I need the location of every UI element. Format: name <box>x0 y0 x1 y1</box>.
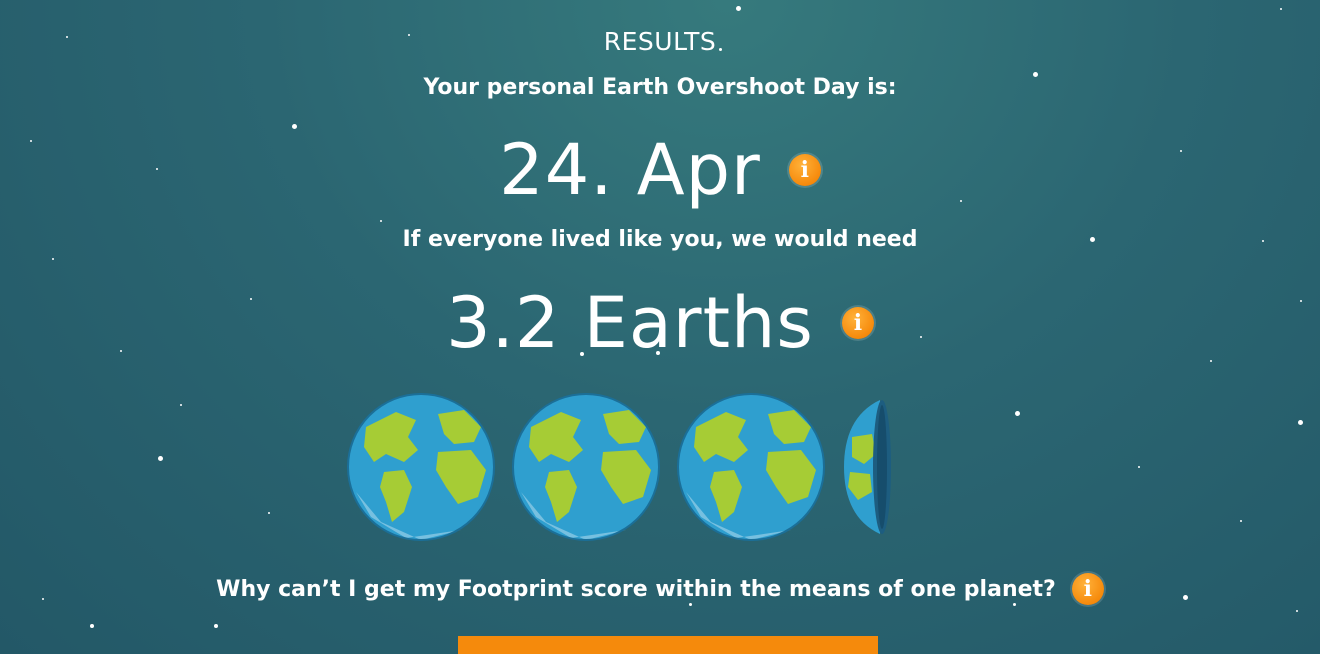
star <box>1298 420 1303 425</box>
earths-needed-value: 3.2 Earths <box>446 282 814 364</box>
overshoot-day-label: Your personal Earth Overshoot Day is: <box>423 75 897 100</box>
star <box>1280 8 1282 10</box>
question-row: Why can’t I get my Footprint score withi… <box>0 572 1320 606</box>
earth-globe-icon <box>677 393 825 541</box>
star <box>180 404 182 406</box>
star <box>158 456 163 461</box>
continue-button[interactable] <box>458 636 878 654</box>
results-title: RESULTS <box>603 27 717 56</box>
partial-earth-globe-icon <box>844 400 891 534</box>
star <box>1015 411 1020 416</box>
earths-info-icon[interactable]: i <box>841 307 874 339</box>
star <box>52 258 54 260</box>
star <box>736 6 741 11</box>
overshoot-date-value: 24. Apr <box>499 129 761 211</box>
star <box>268 512 270 514</box>
earths-needed-row: 3.2 Earths i <box>0 283 1320 363</box>
star <box>380 220 382 222</box>
star <box>1138 466 1140 468</box>
star <box>214 624 218 628</box>
earths-visualization <box>346 392 906 542</box>
star <box>1240 520 1242 522</box>
footprint-question-link[interactable]: Why can’t I get my Footprint score withi… <box>216 577 1056 602</box>
overshoot-info-icon[interactable]: i <box>788 154 821 186</box>
overshoot-date-row: 24. Apr i <box>0 130 1320 210</box>
star <box>292 124 297 129</box>
earth-globe-icon <box>512 393 660 541</box>
star <box>90 624 94 628</box>
star <box>1296 610 1298 612</box>
question-info-icon[interactable]: i <box>1071 573 1104 605</box>
earths-needed-label: If everyone lived like you, we would nee… <box>402 227 918 252</box>
earth-globe-icon <box>347 393 495 541</box>
